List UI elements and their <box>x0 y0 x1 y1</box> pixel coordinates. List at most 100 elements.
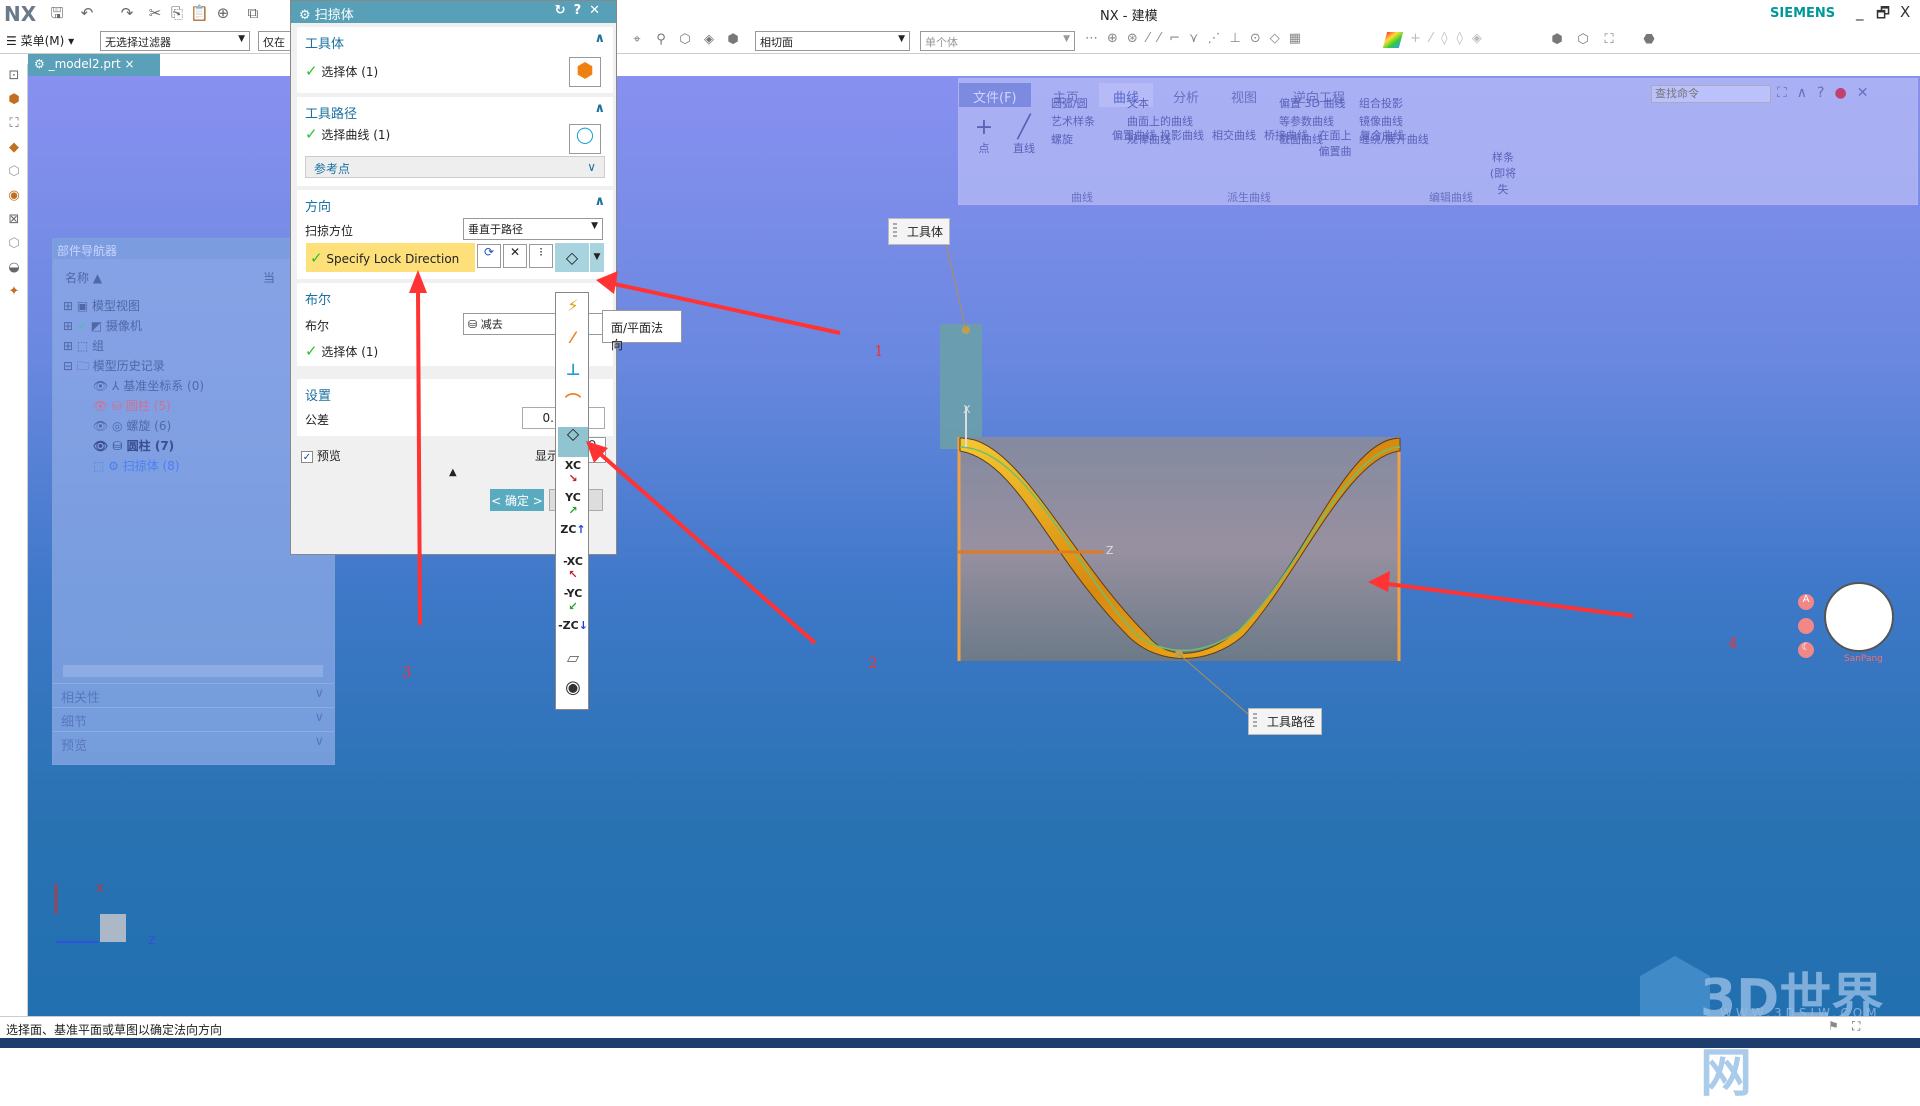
mirror-curve-button[interactable]: 镜像曲线 <box>1359 113 1403 129</box>
snap-point-icons[interactable]: ⋯⊕⊛⁄⁄⌐⋎⋰⊥⊙◇▦ <box>1085 31 1310 46</box>
vector-dialog-button[interactable]: ✕ <box>503 244 527 268</box>
menu-item-face-normal[interactable]: ◇ <box>558 426 588 457</box>
repeat-command-icon[interactable]: ⊕ <box>214 4 232 22</box>
system-material-icon[interactable]: ⬡ <box>5 236 23 254</box>
window-switch-icon[interactable]: ⧉ <box>244 4 262 22</box>
tree-item-groups[interactable]: ⊞ ⬚ 组 <box>63 337 104 356</box>
section-dependencies[interactable]: 相关性 ∨ <box>53 683 334 706</box>
menu-item-neg-xc[interactable]: -XC ↖ <box>558 555 588 585</box>
reuse-library-icon[interactable]: ◆ <box>5 140 23 158</box>
tab-view[interactable]: 视图 <box>1217 83 1271 107</box>
offset-curve-button[interactable]: 偏置曲线 <box>1109 127 1159 143</box>
line-button[interactable]: ╱ 直线 <box>1007 115 1041 156</box>
vector-type-dropdown[interactable]: ▼ <box>590 243 604 272</box>
tab-analysis[interactable]: 分析 <box>1159 83 1213 107</box>
specify-lock-direction-row[interactable]: ✓ Specify Lock Direction <box>306 243 475 272</box>
direction-header[interactable]: 方向 <box>305 196 331 215</box>
menu-item-xc[interactable]: XC ↘ <box>558 459 588 489</box>
preview-checkbox[interactable]: ✓ 预览 <box>301 447 341 464</box>
render-style-icon[interactable]: ⬡ <box>1574 32 1592 50</box>
restore-button[interactable]: 🗗 <box>1876 3 1890 28</box>
menu-item-inferred[interactable]: ⚡ <box>558 298 588 329</box>
ribbon-window-controls[interactable]: ⛶∧?●✕ <box>1777 85 1878 101</box>
tab-model2[interactable]: ⚙ _model2.prt × <box>28 54 160 76</box>
callout-tool-path[interactable]: 工具路径 <box>1248 708 1323 735</box>
sticker-moon-icon[interactable]: ☾ <box>1798 642 1814 658</box>
orientation-select[interactable]: 垂直于路径 ▼ <box>463 218 603 240</box>
history-icon[interactable]: ⊠ <box>5 212 23 230</box>
tree-item-helix-6[interactable]: 👁 ◎ 螺旋 (6) <box>93 417 171 436</box>
boolean-select-body-row[interactable]: ✓ 选择体 (1) <box>305 342 378 360</box>
section-preview[interactable]: 预览 ∨ <box>53 731 334 754</box>
text-button[interactable]: 文本 <box>1127 95 1149 111</box>
reference-point-section[interactable]: 参考点 ∨ <box>305 156 605 178</box>
intersection-curve-button[interactable]: 相交曲线 <box>1211 127 1257 143</box>
project-curve-button[interactable]: 投影曲线 <box>1159 127 1205 143</box>
command-search-input[interactable] <box>1651 85 1771 103</box>
fullscreen-icon[interactable]: ⛶ <box>1852 1019 1860 1034</box>
snap-icon[interactable]: ⌖ <box>628 32 646 50</box>
orient-view-icon[interactable]: ⬣ <box>1640 32 1658 50</box>
select-body-icon[interactable]: ⬡ <box>676 32 694 50</box>
tree-item-model-history[interactable]: ⊟ 🗀 模型历史记录 <box>63 357 165 376</box>
save-icon[interactable]: 🖫 <box>48 4 66 22</box>
part-navigator-icon[interactable]: ⊡ <box>5 68 23 86</box>
close-button[interactable]: X <box>1900 3 1910 21</box>
undo-icon[interactable]: ↶ <box>78 4 96 22</box>
menu-item-neg-zc[interactable]: -ZC↓ <box>558 619 588 649</box>
close-tab-icon[interactable]: × <box>124 57 134 71</box>
dialog-title-bar[interactable]: ⚙ 扫掠体 ↻?✕ <box>291 1 616 23</box>
isoparametric-curve-button[interactable]: 等参数曲线 <box>1279 113 1334 129</box>
select-body-row[interactable]: ✓ 选择体 (1) <box>305 62 378 80</box>
shaded-view-icon[interactable]: ⬢ <box>1548 32 1566 50</box>
tree-item-datum-csys[interactable]: 👁 ⅄ 基准坐标系 (0) <box>93 377 204 396</box>
sticker-a-icon[interactable]: A <box>1798 594 1814 610</box>
tree-item-cylinder-5[interactable]: 👁 ⛁ 圆柱 (5) <box>93 397 171 416</box>
dialog-controls[interactable]: ↻?✕ <box>555 3 608 18</box>
tab-file[interactable]: 文件(F) <box>959 83 1031 107</box>
cut-icon[interactable]: ✂ <box>146 4 164 22</box>
column-header-name[interactable]: 名称 ▲ <box>65 269 102 286</box>
body-rule-select[interactable]: 单个体 ▼ <box>920 31 1075 51</box>
menu-item-by-coefficients[interactable]: ◉ <box>558 679 588 711</box>
fit-view-icon[interactable]: ⛶ <box>1600 32 1618 50</box>
point-button[interactable]: + 点 <box>969 115 999 156</box>
collapse-dialog-icon[interactable]: ▲ <box>449 467 457 478</box>
constraint-navigator-icon[interactable]: ⛶ <box>5 116 23 134</box>
select-solid-icon[interactable]: ⬢ <box>724 32 742 50</box>
horizontal-scrollbar[interactable] <box>63 665 323 677</box>
menu-item-two-points[interactable]: ⁄ <box>558 330 588 361</box>
menu-item-zc[interactable]: ZC↑ <box>558 523 588 553</box>
tree-item-sweep-8[interactable]: ⬚ ⚙ 扫掠体 (8) <box>93 457 180 476</box>
tool-path-header[interactable]: 工具路径 <box>305 103 357 122</box>
menu-item-yc[interactable]: YC ↗ <box>558 491 588 521</box>
assembly-navigator-icon[interactable]: ⬢ <box>5 92 23 110</box>
roles-icon[interactable]: ✦ <box>5 284 23 302</box>
sticker-dot-icon[interactable] <box>1798 618 1814 634</box>
menu-button[interactable]: ☰ 菜单(M) ▾ <box>6 32 74 49</box>
web-browser-icon[interactable]: ◉ <box>5 188 23 206</box>
combined-projection-button[interactable]: 组合投影 <box>1359 95 1403 111</box>
ok-button[interactable]: < 确定 > <box>490 489 544 511</box>
spline-deprecated-button[interactable]: 样条 (即将失 <box>1485 149 1521 197</box>
select-curve-button[interactable]: ◯ <box>569 124 601 154</box>
collapse-icon[interactable]: ∧ <box>594 101 605 116</box>
select-solid-button[interactable]: ⬢ <box>569 57 601 87</box>
menu-item-angle-to-xc[interactable]: ⊥ <box>558 362 588 393</box>
copy-icon[interactable]: ⎘ <box>168 4 186 22</box>
reverse-direction-cycle-button[interactable]: ⟳ <box>477 244 501 268</box>
column-header-current[interactable]: 当 <box>263 269 275 286</box>
selection-filter-select[interactable]: 无选择过滤器 ▼ <box>100 31 250 51</box>
wrap-unwrap-button[interactable]: 缠绕/展开曲线 <box>1359 131 1429 147</box>
boolean-header[interactable]: 布尔 <box>305 289 331 308</box>
curve-rule-select[interactable]: 相切面 ▼ <box>755 31 910 51</box>
paste-icon[interactable]: 📋 <box>190 4 209 22</box>
select-feature-icon[interactable]: ⚲ <box>652 32 670 50</box>
process-studio-icon[interactable]: ◒ <box>5 260 23 278</box>
arc-button[interactable]: 圆弧/圆 <box>1051 95 1088 111</box>
reverse-direction-button[interactable]: ⁝ <box>529 244 553 268</box>
snap-extra-icons[interactable]: +⁄◊◊◈ <box>1410 31 1491 46</box>
studio-spline-button[interactable]: 艺术样条 <box>1051 113 1095 129</box>
collapse-icon[interactable]: ∧ <box>594 31 605 46</box>
hd3d-icon[interactable]: ⬡ <box>5 164 23 182</box>
